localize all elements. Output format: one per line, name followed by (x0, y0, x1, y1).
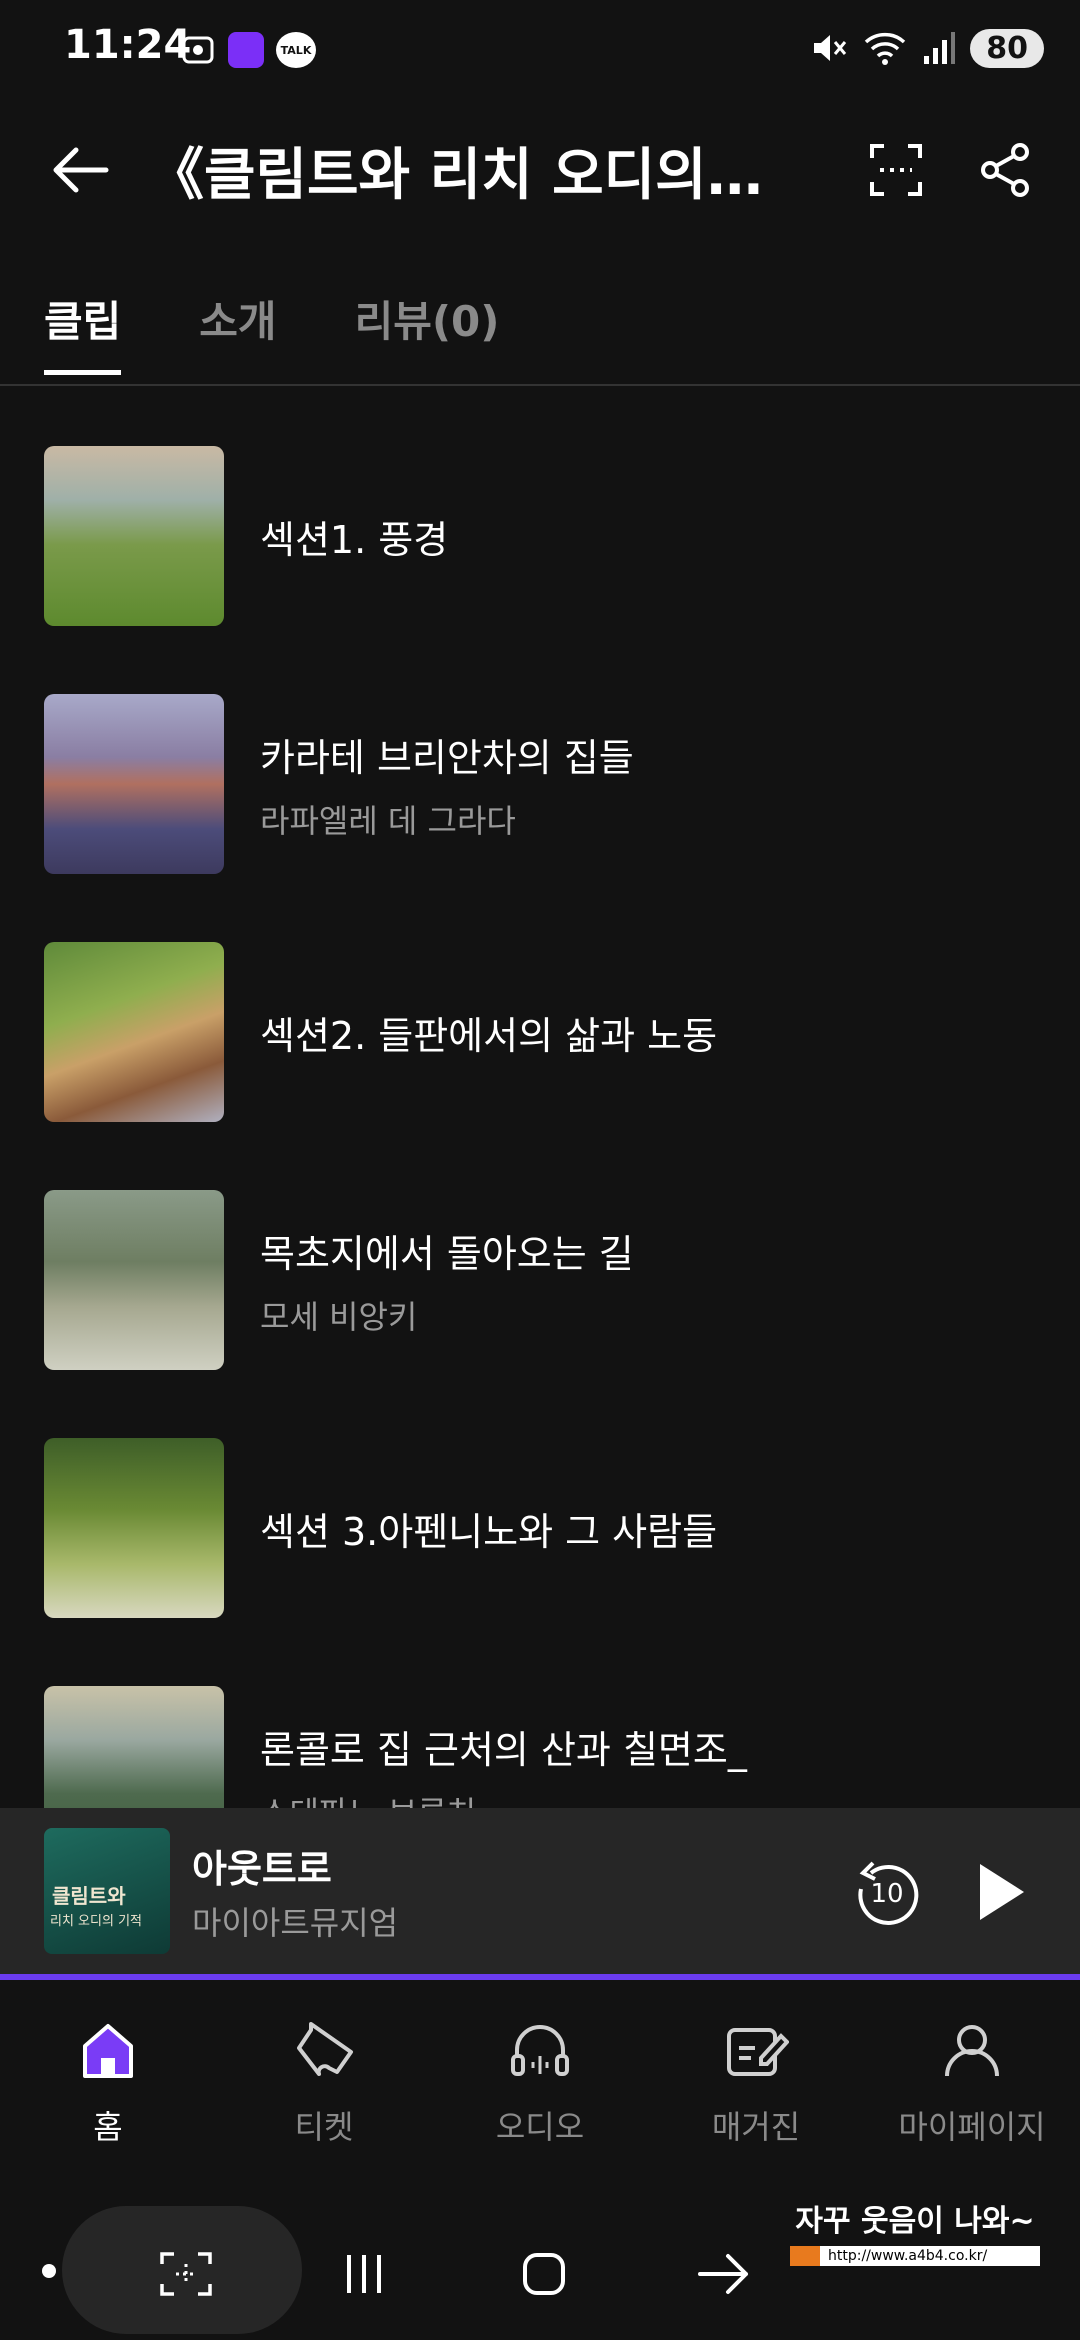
signal-icon (924, 32, 956, 64)
clip-title: 섹션2. 들판에서의 삶과 노동 (260, 1013, 718, 1058)
clip-title: 섹션1. 풍경 (260, 517, 449, 562)
tab-clips[interactable]: 클립 (44, 288, 122, 375)
clip-thumbnail (44, 446, 224, 626)
clip-title: 카라테 브리안차의 집들 (260, 735, 634, 780)
back-arrow-icon (53, 147, 109, 193)
cover-subtitle: 리치 오디의 기적 (50, 1914, 142, 1929)
status-system-icons: 80 (808, 28, 1044, 68)
clip-item[interactable]: 섹션1. 풍경 (44, 446, 1044, 626)
screenshot-notification-icon (182, 36, 214, 64)
tab-bar: 클립 소개 리뷰(0) (44, 288, 499, 375)
watermark-url: http://www.a4b4.co.kr/ (790, 2246, 1040, 2266)
play-icon (980, 1864, 1024, 1920)
cover-title: 클림트와 (52, 1884, 126, 1908)
ticket-icon (297, 2022, 353, 2076)
nav-magazine-label: 매거진 (711, 2108, 801, 2146)
status-notification-icons: TALK (180, 32, 316, 68)
clip-title: 론콜로 집 근처의 산과 칠면조_ (260, 1727, 747, 1772)
scan-icon (870, 144, 922, 196)
clip-thumbnail (44, 1686, 224, 1808)
forward-button[interactable] (694, 2244, 754, 2304)
capture-button[interactable] (156, 2244, 216, 2304)
dot-indicator (42, 2264, 56, 2278)
player-subtitle: 마이아트뮤지엄 (192, 1904, 399, 1942)
home-system-button[interactable] (514, 2244, 574, 2304)
back-button[interactable] (44, 134, 116, 206)
share-button[interactable] (970, 134, 1042, 206)
clip-artist: 모세 비앙키 (260, 1297, 418, 1336)
play-button[interactable] (960, 1852, 1040, 1932)
kakaotalk-notification-icon: TALK (276, 32, 316, 68)
player-cover-art: 클림트와 리치 오디의 기적 (44, 1828, 170, 1954)
clip-artist: 스테파노 브루치 (260, 1788, 747, 1809)
clip-item[interactable]: 섹션 3.아펜니노와 그 사람들 (44, 1438, 1044, 1618)
clip-thumbnail (44, 694, 224, 874)
scan-button[interactable] (860, 134, 932, 206)
player-title: 아웃트로 (192, 1847, 332, 1891)
battery-level: 80 (970, 28, 1044, 68)
status-time: 11:24 (64, 22, 192, 68)
recent-apps-icon (347, 2255, 381, 2293)
share-icon (981, 143, 1029, 197)
watermark: 자꾸 웃음이 나와~ http://www.a4b4.co.kr/ (790, 2196, 1040, 2306)
forward-arrow-icon (698, 2254, 748, 2294)
clip-item[interactable]: 카라테 브리안차의 집들 라파엘레 데 그라다 (44, 694, 1044, 874)
person-icon (945, 2025, 999, 2077)
nav-mypage[interactable]: 마이페이지 (864, 2018, 1080, 2148)
home-icon (83, 2024, 133, 2078)
nav-ticket[interactable]: 티켓 (216, 2018, 432, 2148)
clip-artist: 라파엘레 데 그라다 (260, 801, 516, 840)
clip-title: 목초지에서 돌아오는 길 (260, 1231, 634, 1276)
tab-intro[interactable]: 소개 (199, 288, 276, 375)
clip-thumbnail (44, 942, 224, 1122)
recent-apps-button[interactable] (334, 2244, 394, 2304)
clip-item[interactable]: 섹션2. 들판에서의 삶과 노동 (44, 942, 1044, 1122)
magazine-edit-icon (727, 2028, 790, 2076)
rewind-10-button[interactable]: 10 (846, 1852, 926, 1932)
capture-icon (160, 2252, 212, 2296)
tab-reviews[interactable]: 리뷰(0) (355, 288, 500, 375)
wifi-icon (865, 32, 906, 65)
clip-list: 섹션1. 풍경 카라테 브리안차의 집들 라파엘레 데 그라다 섹션2. 들판에… (0, 384, 1080, 1808)
clip-thumbnail (44, 1438, 224, 1618)
clip-item[interactable]: 목초지에서 돌아오는 길 모세 비앙키 (44, 1190, 1044, 1370)
clip-item[interactable]: 론콜로 집 근처의 산과 칠면조_ 스테파노 브루치 (44, 1686, 1044, 1808)
nav-ticket-label: 티켓 (294, 2108, 354, 2146)
app-notification-icon (228, 32, 264, 68)
rewind-10-icon: 10 (858, 1861, 919, 1925)
rewind-seconds-label: 10 (870, 1879, 903, 1909)
mute-icon (814, 35, 847, 61)
watermark-text: 자꾸 웃음이 나와~ (795, 2204, 1035, 2239)
nav-mypage-label: 마이페이지 (898, 2108, 1046, 2146)
nav-home-label: 홈 (93, 2108, 123, 2146)
nav-magazine[interactable]: 매거진 (648, 2018, 864, 2148)
clip-thumbnail (44, 1190, 224, 1370)
home-square-icon (523, 2253, 565, 2295)
clip-title: 섹션 3.아펜니노와 그 사람들 (260, 1509, 718, 1554)
nav-audio-label: 오디오 (495, 2108, 585, 2146)
nav-home[interactable]: 홈 (0, 2018, 216, 2148)
page-title: 《클림트와 리치 오디의 ... (148, 143, 768, 208)
nav-audio[interactable]: 오디오 (432, 2018, 648, 2148)
headphones-icon (511, 2025, 569, 2076)
